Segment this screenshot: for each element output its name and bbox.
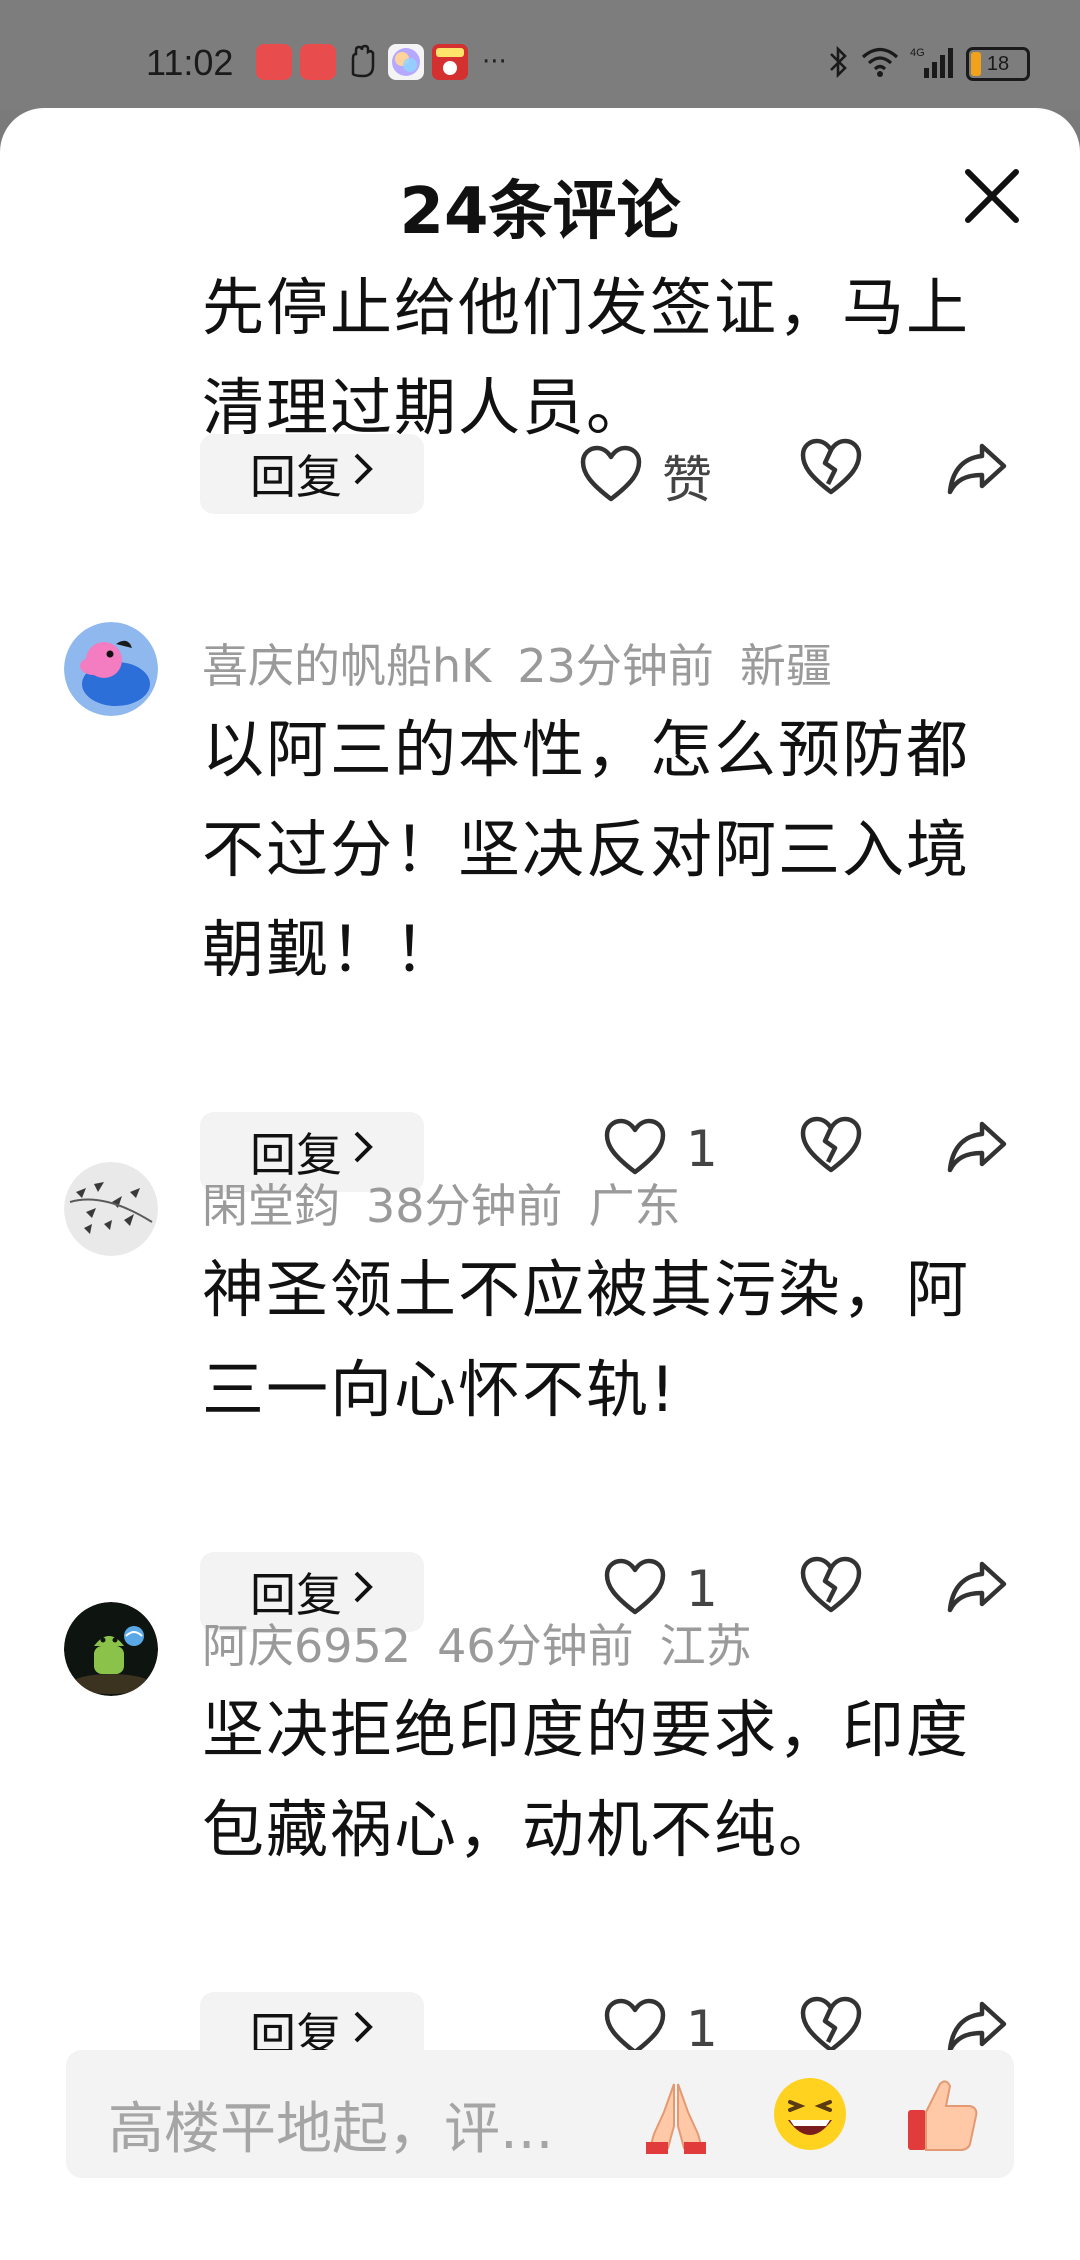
chevron-right-icon [352, 1129, 374, 1175]
like-button[interactable]: 赞 [580, 440, 712, 512]
comment-location: 广东 [588, 1179, 681, 1233]
cellular-signal-icon: 4G [910, 44, 956, 84]
bluetooth-icon [826, 44, 850, 84]
comment-text: 先停止给他们发签证，马上清理过期人员。 [202, 271, 971, 444]
comment-time: 46分钟前 [437, 1619, 634, 1673]
more-notifications: ··· [482, 47, 507, 77]
chevron-right-icon [352, 2009, 374, 2055]
dislike-button[interactable] [800, 1556, 862, 1618]
status-time: 11:02 [146, 42, 234, 83]
comment-time: 38分钟前 [366, 1179, 563, 1233]
comments-sheet: 24条评论 先停止给他们发签证，马上清理过期人员。 回复 赞 喜庆的帆船hK 2… [0, 108, 1080, 2260]
grinning-emoji-icon[interactable] [768, 2072, 852, 2156]
broken-heart-icon [800, 438, 862, 495]
comment-text: 以阿三的本性，怎么预防都不过分！坚决反对阿三入境朝觐！！ [202, 713, 971, 986]
broken-heart-icon [800, 1996, 862, 2053]
share-button[interactable] [946, 1120, 1008, 1178]
heart-icon [580, 445, 642, 507]
share-arrow-icon [947, 443, 1007, 495]
pray-emoji-icon[interactable] [634, 2072, 718, 2156]
share-arrow-icon [947, 1561, 1007, 1613]
comment-location: 新疆 [739, 639, 832, 693]
comment-input[interactable]: 高楼平地起，评... [66, 2050, 1014, 2178]
battery-level: 18 [986, 52, 1010, 75]
chevron-right-icon [352, 1569, 374, 1615]
reply-label: 回复 [250, 450, 342, 504]
thumbs-up-emoji-icon[interactable] [900, 2072, 984, 2156]
username[interactable]: 閑堂鈞 [202, 1179, 340, 1233]
comment-time: 23分钟前 [517, 639, 714, 693]
comment-text: 坚决拒绝印度的要求，印度包藏祸心，动机不纯。 [202, 1693, 971, 1866]
dislike-button[interactable] [800, 438, 862, 500]
dislike-button[interactable] [800, 1116, 862, 1178]
battery-icon: 18 [966, 47, 1030, 81]
hand-app-icon [344, 44, 380, 80]
share-button[interactable] [946, 1560, 1008, 1618]
avatar[interactable] [64, 1162, 158, 1256]
username[interactable]: 阿庆6952 [202, 1619, 411, 1673]
status-bar: 11:02 ··· 4G 18 [0, 0, 1080, 110]
like-label: 赞 [662, 451, 712, 509]
comment-meta: 喜庆的帆船hK 23分钟前 新疆 [202, 630, 858, 696]
status-app-icons: ··· [256, 44, 507, 80]
svg-text:4G: 4G [910, 47, 925, 59]
close-icon [965, 169, 1019, 223]
close-button[interactable] [960, 164, 1024, 228]
delivery-app-icon [432, 44, 468, 80]
share-button[interactable] [946, 442, 1008, 500]
comment-input-placeholder: 高楼平地起，评... [108, 2097, 554, 2162]
comment-actions: 回复 赞 [0, 434, 1080, 518]
share-arrow-icon [947, 2001, 1007, 2053]
comment-location: 江苏 [659, 1619, 752, 1673]
huawei-app-icon [300, 44, 336, 80]
broken-heart-icon [800, 1116, 862, 1173]
comment-meta: 阿庆6952 46分钟前 江苏 [202, 1610, 778, 1676]
avatar[interactable] [64, 622, 158, 716]
gallery-app-icon [388, 44, 424, 80]
huawei-app-icon [256, 44, 292, 80]
broken-heart-icon [800, 1556, 862, 1613]
status-indicators: 4G 18 [826, 44, 1030, 84]
sheet-title: 24条评论 [399, 175, 681, 249]
username[interactable]: 喜庆的帆船hK [202, 639, 491, 693]
avatar[interactable] [64, 1602, 158, 1696]
comment-text: 神圣领土不应被其污染，阿三一向心怀不轨! [202, 1253, 971, 1426]
chevron-right-icon [352, 451, 374, 497]
reply-button[interactable]: 回复 [200, 434, 424, 514]
comment-meta: 閑堂鈞 38分钟前 广东 [202, 1170, 707, 1236]
share-arrow-icon [947, 1121, 1007, 1173]
dislike-button[interactable] [800, 1996, 862, 2058]
wifi-icon [860, 45, 900, 83]
